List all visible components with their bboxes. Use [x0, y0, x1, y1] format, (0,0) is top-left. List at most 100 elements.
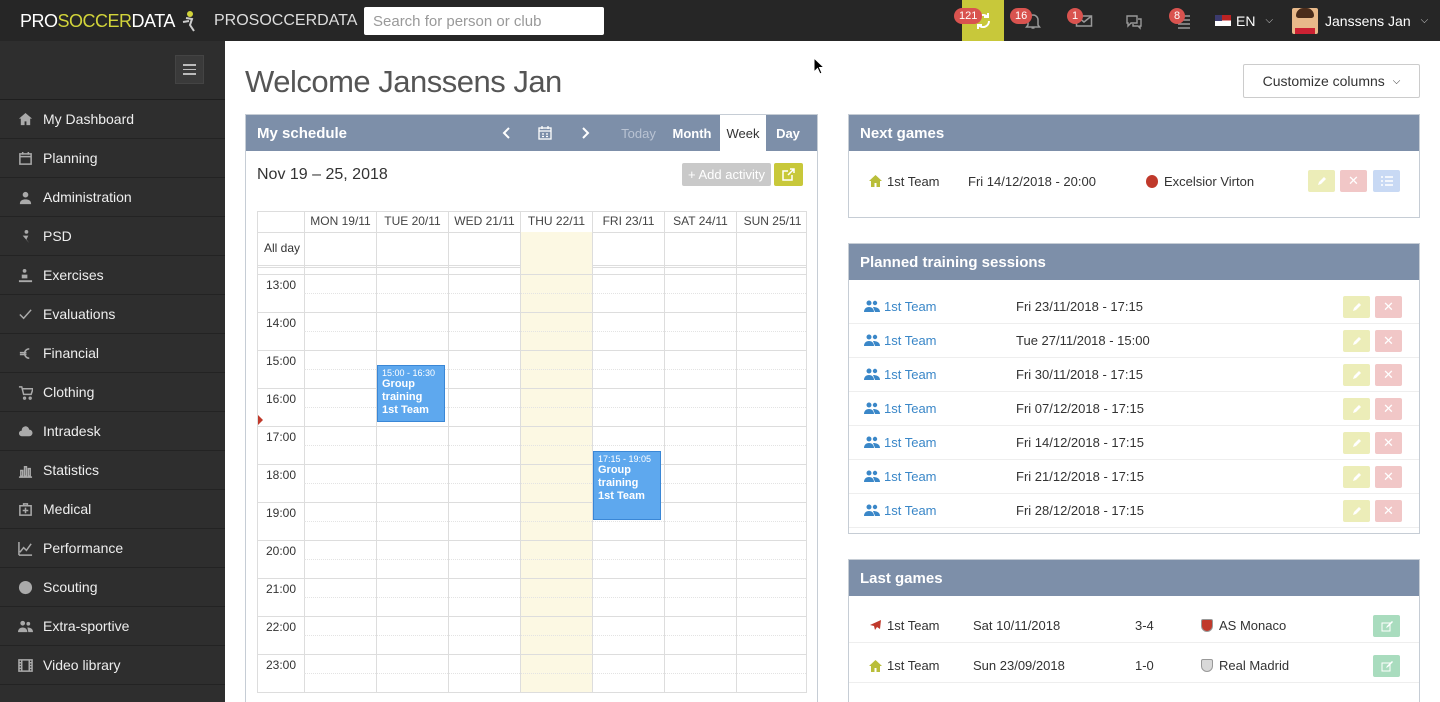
hour-line	[258, 426, 806, 427]
edit-report-icon	[1381, 620, 1393, 631]
users-icon	[864, 504, 880, 517]
calendar-event[interactable]: 17:15 - 19:05 Group training 1st Team	[593, 450, 661, 521]
training-team-link[interactable]: 1st Team	[884, 469, 937, 484]
delete-training-button[interactable]: ✕	[1375, 364, 1402, 386]
sidebar-item-label: Medical	[43, 501, 92, 517]
sidebar-item-psd[interactable]: PSD	[0, 217, 225, 256]
users-icon	[864, 402, 880, 415]
game-details-button[interactable]	[1373, 170, 1400, 192]
delete-training-button[interactable]: ✕	[1375, 432, 1402, 454]
edit-training-button[interactable]	[1343, 398, 1370, 420]
chat-icon	[1126, 14, 1142, 30]
next-week-button[interactable]	[572, 115, 598, 151]
sidebar-item-exercises[interactable]: Exercises	[0, 256, 225, 295]
training-row[interactable]: 1st Team Fri 14/12/2018 - 17:15 ✕	[849, 426, 1419, 460]
sidebar-item-my-dashboard[interactable]: My Dashboard	[0, 100, 225, 139]
sidebar-item-evaluations[interactable]: Evaluations	[0, 295, 225, 334]
customize-columns-button[interactable]: Customize columns ⌵	[1243, 64, 1420, 98]
sidebar-item-intradesk[interactable]: Intradesk	[0, 412, 225, 451]
users-icon	[864, 436, 880, 449]
hour-label: 18:00	[265, 468, 297, 482]
training-team-link[interactable]: 1st Team	[884, 367, 937, 382]
brand-name: PROSOCCERDATA	[214, 12, 358, 29]
users-icon	[864, 334, 880, 347]
edit-training-button[interactable]	[1343, 330, 1370, 352]
calendar-event[interactable]: 15:00 - 16:30 Group training 1st Team	[377, 365, 445, 422]
export-button[interactable]	[774, 163, 803, 186]
next-games-title: Next games	[860, 124, 945, 142]
sidebar-item-label: Planning	[43, 150, 98, 166]
training-team-link[interactable]: 1st Team	[884, 299, 937, 314]
prev-week-button[interactable]	[494, 115, 520, 151]
club-brand[interactable]: PROSOCCERDATA	[178, 8, 357, 34]
training-row[interactable]: 1st Team Fri 07/12/2018 - 17:15 ✕	[849, 392, 1419, 426]
language-selector[interactable]: EN ⌵	[1215, 0, 1273, 41]
us-flag-icon	[1215, 15, 1231, 26]
sidebar-item-medical[interactable]: Medical	[0, 490, 225, 529]
today-button[interactable]: Today	[614, 115, 663, 151]
sidebar-item-extra-sportive[interactable]: Extra-sportive	[0, 607, 225, 646]
delete-training-button[interactable]: ✕	[1375, 296, 1402, 318]
edit-training-button[interactable]	[1343, 296, 1370, 318]
training-team-link[interactable]: 1st Team	[884, 401, 937, 416]
sidebar-item-administration[interactable]: Administration	[0, 178, 225, 217]
pencil-icon	[1352, 303, 1361, 311]
training-date: Fri 23/11/2018 - 17:15	[1016, 299, 1143, 314]
bar-chart-icon	[17, 462, 33, 478]
training-row[interactable]: 1st Team Fri 30/11/2018 - 17:15 ✕	[849, 358, 1419, 392]
menu-toggle-button[interactable]	[175, 55, 204, 84]
game-report-button[interactable]	[1373, 615, 1400, 637]
training-row[interactable]: 1st Team Fri 28/12/2018 - 17:15 ✕	[849, 494, 1419, 528]
delete-training-button[interactable]: ✕	[1375, 500, 1402, 522]
tab-day[interactable]: Day	[770, 115, 806, 151]
hour-line	[258, 312, 806, 313]
logo[interactable]: PROSOCCERDATA	[20, 11, 175, 32]
training-row[interactable]: 1st Team Tue 27/11/2018 - 15:00 ✕	[849, 324, 1419, 358]
hour-label: 16:00	[265, 392, 297, 406]
user-menu[interactable]: Janssens Jan ⌵	[1292, 0, 1428, 41]
training-team-link[interactable]: 1st Team	[884, 503, 937, 518]
edit-training-button[interactable]	[1343, 364, 1370, 386]
training-date: Fri 21/12/2018 - 17:15	[1016, 469, 1144, 484]
list-icon	[1380, 176, 1393, 186]
hour-line	[258, 274, 806, 275]
close-icon: ✕	[1383, 367, 1394, 382]
sidebar-item-scouting[interactable]: Scouting	[0, 568, 225, 607]
last-game-row[interactable]: 1st Team Sun 23/09/2018 1-0 Real Madrid	[849, 649, 1419, 683]
chat-button[interactable]	[1120, 0, 1148, 41]
pencil-icon	[1317, 177, 1326, 185]
hour-label: 15:00	[265, 354, 297, 368]
hour-line	[258, 388, 806, 389]
game-row[interactable]: 1st Team Fri 14/12/2018 - 20:00 Excelsio…	[849, 164, 1419, 198]
training-team-link[interactable]: 1st Team	[884, 435, 937, 450]
delete-training-button[interactable]: ✕	[1375, 398, 1402, 420]
edit-training-button[interactable]	[1343, 500, 1370, 522]
training-team-link[interactable]: 1st Team	[884, 333, 937, 348]
training-row[interactable]: 1st Team Fri 23/11/2018 - 17:15 ✕	[849, 290, 1419, 324]
search-input[interactable]	[364, 7, 604, 35]
edit-training-button[interactable]	[1343, 466, 1370, 488]
sidebar-item-financial[interactable]: Financial	[0, 334, 225, 373]
sidebar-item-performance[interactable]: Performance	[0, 529, 225, 568]
sidebar-item-video-library[interactable]: Video library	[0, 646, 225, 685]
tab-week[interactable]: Week	[720, 115, 766, 151]
edit-game-button[interactable]	[1308, 170, 1335, 192]
training-row[interactable]: 1st Team Fri 21/12/2018 - 17:15 ✕	[849, 460, 1419, 494]
pencil-icon	[1352, 337, 1361, 345]
delete-training-button[interactable]: ✕	[1375, 330, 1402, 352]
date-picker-button[interactable]	[532, 115, 558, 151]
sidebar-item-clothing[interactable]: Clothing	[0, 373, 225, 412]
delete-training-button[interactable]: ✕	[1375, 466, 1402, 488]
game-report-button[interactable]	[1373, 655, 1400, 677]
sidebar-item-statistics[interactable]: Statistics	[0, 451, 225, 490]
last-game-row[interactable]: 1st Team Sat 10/11/2018 3-4 AS Monaco	[849, 609, 1419, 643]
delete-game-button[interactable]: ✕	[1340, 170, 1367, 192]
sidebar-item-planning[interactable]: Planning	[0, 139, 225, 178]
last-game-score: 3-4	[1135, 618, 1154, 633]
edit-training-button[interactable]	[1343, 432, 1370, 454]
schedule-panel: My schedule Today Month Week Day Nov 19 …	[245, 114, 818, 702]
tab-month[interactable]: Month	[668, 115, 716, 151]
add-activity-button[interactable]: + Add activity	[682, 163, 771, 186]
half-hour-line	[304, 445, 806, 446]
training-header: Planned training sessions	[849, 244, 1419, 280]
